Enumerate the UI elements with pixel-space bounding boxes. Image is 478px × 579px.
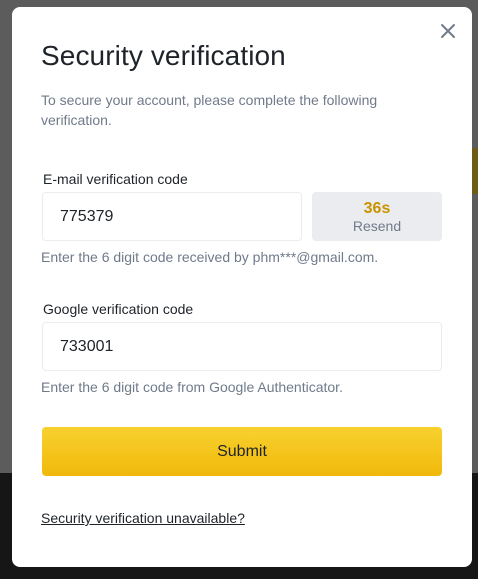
email-code-label: E-mail verification code [43,171,188,187]
close-icon [441,24,455,38]
resend-label: Resend [352,217,402,234]
google-code-hint: Enter the 6 digit code from Google Authe… [41,379,343,395]
email-code-hint: Enter the 6 digit code received by phm**… [41,249,379,265]
modal-subtitle: To secure your account, please complete … [41,92,378,128]
security-verification-modal: Security verification To secure your acc… [12,7,472,567]
email-code-input[interactable] [42,192,302,241]
google-code-input[interactable] [42,322,442,371]
modal-title: Security verification [41,40,286,71]
verification-unavailable-link[interactable]: Security verification unavailable? [41,510,245,526]
submit-button[interactable]: Submit [42,427,442,476]
resend-countdown: 36s [363,199,391,217]
google-code-label: Google verification code [43,301,194,317]
close-button[interactable] [436,19,460,43]
resend-button[interactable]: 36s Resend [312,192,442,241]
